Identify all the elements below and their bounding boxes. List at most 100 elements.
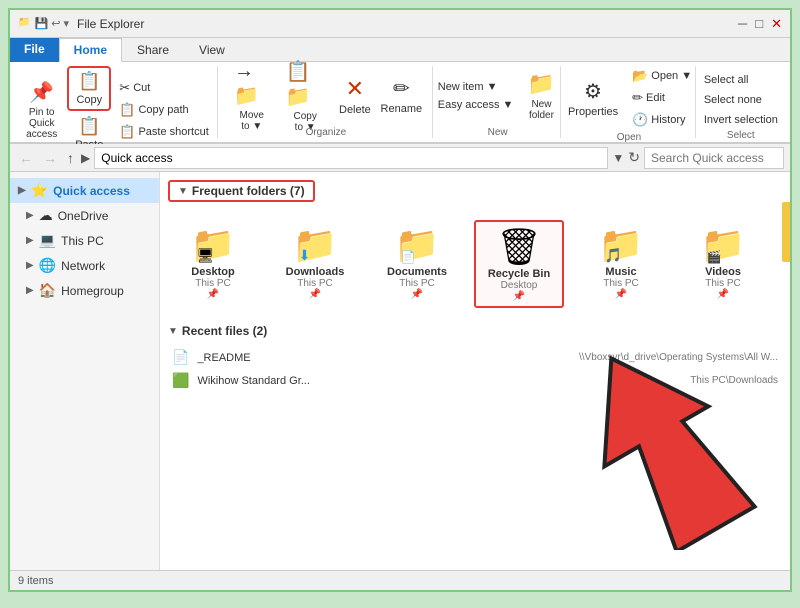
copy-to-icon: 📋📁 xyxy=(285,59,324,109)
refresh-button[interactable]: ↻ xyxy=(628,149,640,166)
edit-button[interactable]: ✏ Edit xyxy=(628,88,696,108)
folder-item-recycle-bin[interactable]: 🗑 Recycle Bin Desktop 📌 xyxy=(474,220,564,308)
new-label: New xyxy=(488,125,508,138)
properties-label: Properties xyxy=(568,106,618,118)
videos-sub-icon: 🎬 xyxy=(707,250,722,264)
recycle-bin-icon: 🗑 xyxy=(496,226,542,267)
rename-label: Rename xyxy=(381,103,423,115)
videos-folder-sub: This PC xyxy=(705,278,741,289)
move-icon: →📁 xyxy=(234,60,270,108)
music-sub-icon: 🎵 xyxy=(605,247,622,264)
copy-button[interactable]: 📋 Copy xyxy=(67,66,111,111)
readme-icon: 📄 xyxy=(172,349,189,366)
organize-label: Organize xyxy=(306,125,347,138)
sidebar-item-quick-access[interactable]: ▶ ⭐ Quick access xyxy=(10,178,159,203)
folder-item-desktop[interactable]: 📁 🖥 Desktop This PC 📌 xyxy=(168,220,258,308)
new-folder-icon: 📁 xyxy=(528,71,555,97)
delete-button[interactable]: ✕ Delete xyxy=(335,68,375,124)
easy-access-button[interactable]: Easy access ▼ xyxy=(434,97,518,113)
quick-access-icons: 💾 ↩ ▾ xyxy=(34,17,69,30)
this-pc-icon: 💻 xyxy=(39,232,56,249)
pin-icon: 📌 xyxy=(29,80,54,105)
select-none-button[interactable]: Select none xyxy=(700,92,782,108)
organize-buttons: →📁 Moveto ▼ 📋📁 Copyto ▼ ✕ Delete ✏ Renam… xyxy=(228,66,424,125)
rename-button[interactable]: ✏ Rename xyxy=(379,68,424,124)
recycle-bin-sub: Desktop xyxy=(501,280,538,291)
window-title: File Explorer xyxy=(77,17,144,31)
open-group: ⚙ Properties 📂 Open ▼ ✏ Edit � xyxy=(563,66,695,138)
tab-view[interactable]: View xyxy=(184,38,240,62)
expand-arrow-hg: ▶ xyxy=(26,285,34,296)
ribbon: File Home Share View 📌 Pin to Quickacces… xyxy=(10,38,790,144)
recent-files-header: ▼ Recent files (2) xyxy=(168,324,782,338)
move-to-label: Moveto ▼ xyxy=(239,110,263,132)
open-icon: 📂 xyxy=(632,68,648,84)
network-icon: 🌐 xyxy=(39,257,56,274)
minimize-button[interactable]: ─ xyxy=(738,16,747,32)
paste-shortcut-button[interactable]: 📋 Paste shortcut xyxy=(115,122,213,142)
paste-shortcut-label: Paste shortcut xyxy=(138,126,208,138)
sidebar-item-this-pc[interactable]: ▶ 💻 This PC xyxy=(10,228,159,253)
pin-to-quick-access-button[interactable]: 📌 Pin to Quickaccess xyxy=(20,82,63,138)
select-all-button[interactable]: Select all xyxy=(700,72,782,88)
desktop-sub-icon: 🖥 xyxy=(197,247,215,264)
file-explorer-window: 📁 💾 ↩ ▾ File Explorer ─ □ ✕ File Home Sh… xyxy=(8,8,792,592)
new-top-col: New item ▼ Easy access ▼ xyxy=(434,79,518,113)
recycle-bin-name: Recycle Bin xyxy=(488,268,550,280)
expand-arrow: ▶ xyxy=(18,185,26,196)
documents-sub-icon: 📄 xyxy=(401,250,416,264)
tab-home[interactable]: Home xyxy=(59,38,122,62)
copy-path-button[interactable]: 📋 Copy path xyxy=(115,100,213,120)
up-button[interactable]: ↑ xyxy=(64,150,77,166)
delete-label: Delete xyxy=(339,104,371,116)
new-item-label: New item ▼ xyxy=(438,81,498,93)
tab-file[interactable]: File xyxy=(10,38,59,62)
readme-path: \\Vboxsvr\d_drive\Operating Systems\All … xyxy=(579,352,778,363)
onedrive-icon: ☁ xyxy=(39,207,53,224)
select-none-label: Select none xyxy=(704,94,762,106)
open-button[interactable]: 📂 Open ▼ xyxy=(628,66,696,86)
expand-arrow-pc: ▶ xyxy=(26,235,34,246)
new-item-button[interactable]: New item ▼ xyxy=(434,79,518,95)
music-pin-icon: 📌 xyxy=(615,289,627,300)
sidebar-item-network[interactable]: ▶ 🌐 Network xyxy=(10,253,159,278)
forward-button[interactable]: → xyxy=(40,150,60,166)
dropdown-arrow[interactable]: ▼ xyxy=(612,151,624,165)
folder-item-downloads[interactable]: 📁 ⬇ Downloads This PC 📌 xyxy=(270,220,360,308)
copy-to-button[interactable]: 📋📁 Copyto ▼ xyxy=(279,68,330,124)
recent-item-wikihow[interactable]: 🟩 Wikihow Standard Gr... This PC\Downloa… xyxy=(168,369,782,392)
properties-icon: ⚙ xyxy=(584,79,602,104)
back-button[interactable]: ← xyxy=(16,150,36,166)
recent-arrow: ▼ xyxy=(168,326,178,337)
new-group: New item ▼ Easy access ▼ 📁 Newfolder New xyxy=(435,66,562,138)
recent-item-readme[interactable]: 📄 _README \\Vboxsvr\d_drive\Operating Sy… xyxy=(168,346,782,369)
sidebar-item-onedrive[interactable]: ▶ ☁ OneDrive xyxy=(10,203,159,228)
tab-share[interactable]: Share xyxy=(122,38,184,62)
readme-name: _README xyxy=(197,352,571,364)
expand-arrow-net: ▶ xyxy=(26,260,34,271)
cut-label: Cut xyxy=(133,82,150,94)
close-button[interactable]: ✕ xyxy=(771,16,782,32)
move-to-button[interactable]: →📁 Moveto ▼ xyxy=(228,68,276,124)
path-separator: ▶ xyxy=(81,151,90,165)
easy-access-label: Easy access ▼ xyxy=(438,99,514,111)
folder-item-videos[interactable]: 📁 🎬 Videos This PC 📌 xyxy=(678,220,768,308)
desktop-pin-icon: 📌 xyxy=(207,289,219,300)
delete-icon: ✕ xyxy=(346,76,364,102)
history-button[interactable]: 🕐 History xyxy=(628,110,696,130)
search-input[interactable] xyxy=(644,147,784,169)
properties-button[interactable]: ⚙ Properties xyxy=(562,70,624,126)
address-input[interactable] xyxy=(94,147,608,169)
cut-button[interactable]: ✂ Cut xyxy=(115,78,213,98)
wikihow-path: This PC\Downloads xyxy=(690,375,778,386)
folder-item-music[interactable]: 📁 🎵 Music This PC 📌 xyxy=(576,220,666,308)
cut-icon: ✂ xyxy=(119,80,130,96)
recycle-pin-icon: 📌 xyxy=(513,291,525,302)
folder-item-documents[interactable]: 📁 📄 Documents This PC 📌 xyxy=(372,220,462,308)
paste-shortcut-icon: 📋 xyxy=(119,124,135,140)
invert-selection-button[interactable]: Invert selection xyxy=(700,112,782,128)
sidebar-item-homegroup[interactable]: ▶ 🏠 Homegroup xyxy=(10,278,159,303)
status-bar: 9 items xyxy=(10,570,790,590)
new-folder-button[interactable]: 📁 Newfolder xyxy=(521,68,561,124)
maximize-button[interactable]: □ xyxy=(755,16,763,32)
